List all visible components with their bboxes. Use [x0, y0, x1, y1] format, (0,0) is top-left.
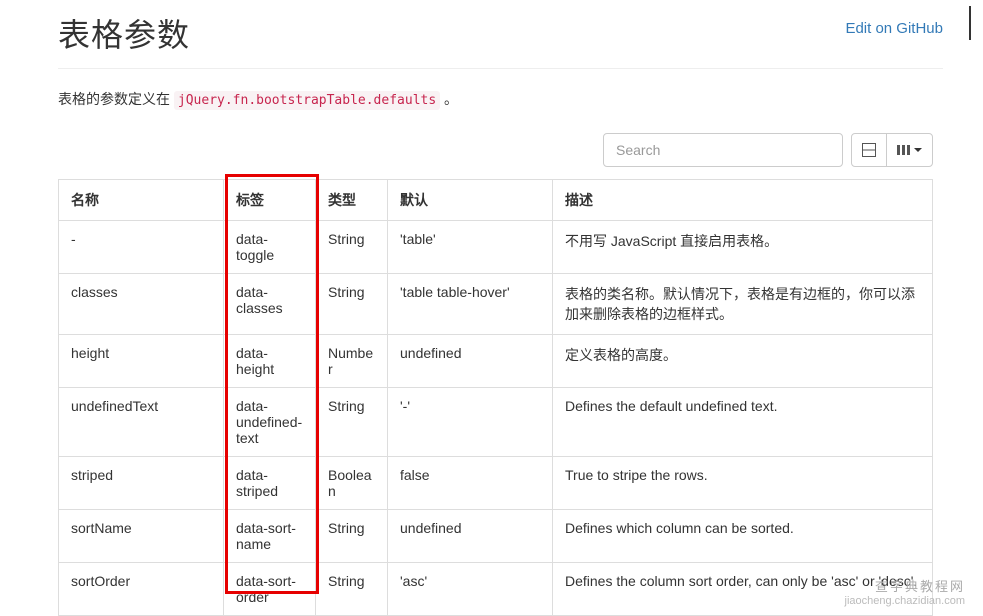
table-row: height data-height Number undefined 定义表格… — [59, 335, 933, 388]
cell-type: Number — [316, 335, 388, 388]
table-container: 名称 标签 类型 默认 描述 - data-toggle String 'tab… — [0, 179, 983, 616]
card-view-icon — [862, 143, 876, 157]
cell-name: - — [59, 221, 224, 274]
cell-tag: data-height — [224, 335, 316, 388]
cell-default: undefined — [388, 510, 553, 563]
intro-suffix: 。 — [440, 91, 458, 107]
th-default[interactable]: 默认 — [388, 180, 553, 221]
cell-desc: True to stripe the rows. — [553, 457, 933, 510]
table-row: striped data-striped Boolean false True … — [59, 457, 933, 510]
intro-prefix: 表格的参数定义在 — [58, 91, 174, 107]
watermark: 查字典教程网 jiaocheng.chazidian.com — [845, 579, 965, 608]
cell-type: String — [316, 388, 388, 457]
page-title: 表格参数 — [58, 10, 190, 56]
cell-tag: data-toggle — [224, 221, 316, 274]
intro-code: jQuery.fn.bootstrapTable.defaults — [174, 91, 440, 110]
table-row: classes data-classes String 'table table… — [59, 274, 933, 335]
cell-name: sortOrder — [59, 563, 224, 616]
cell-default: 'table table-hover' — [388, 274, 553, 335]
table-toolbar — [0, 133, 983, 179]
th-type[interactable]: 类型 — [316, 180, 388, 221]
table-header-row: 名称 标签 类型 默认 描述 — [59, 180, 933, 221]
params-table: 名称 标签 类型 默认 描述 - data-toggle String 'tab… — [58, 179, 933, 616]
divider — [58, 68, 943, 69]
search-input[interactable] — [603, 133, 843, 167]
cell-tag: data-sort-name — [224, 510, 316, 563]
cell-tag: data-undefined-text — [224, 388, 316, 457]
watermark-line1: 查字典教程网 — [845, 579, 965, 595]
cell-tag: data-striped — [224, 457, 316, 510]
cell-type: String — [316, 563, 388, 616]
cell-type: String — [316, 274, 388, 335]
cell-tag: data-classes — [224, 274, 316, 335]
cell-type: String — [316, 221, 388, 274]
cell-default: false — [388, 457, 553, 510]
cell-desc: Defines the default undefined text. — [553, 388, 933, 457]
th-desc[interactable]: 描述 — [553, 180, 933, 221]
cell-default: '-' — [388, 388, 553, 457]
cell-name: classes — [59, 274, 224, 335]
vertical-cursor-bar — [969, 6, 971, 40]
cell-name: height — [59, 335, 224, 388]
columns-dropdown-button[interactable] — [886, 133, 933, 167]
edit-github-link[interactable]: Edit on GitHub — [845, 20, 943, 37]
cell-name: sortName — [59, 510, 224, 563]
toolbar-button-group — [851, 133, 933, 167]
th-tag[interactable]: 标签 — [224, 180, 316, 221]
toggle-view-button[interactable] — [851, 133, 887, 167]
cell-tag: data-sort-order — [224, 563, 316, 616]
cell-desc: Defines which column can be sorted. — [553, 510, 933, 563]
cell-name: striped — [59, 457, 224, 510]
cell-default: undefined — [388, 335, 553, 388]
cell-type: String — [316, 510, 388, 563]
cell-name: undefinedText — [59, 388, 224, 457]
cell-default: 'table' — [388, 221, 553, 274]
header: 表格参数 Edit on GitHub — [0, 0, 983, 56]
table-row: sortOrder data-sort-order String 'asc' D… — [59, 563, 933, 616]
intro-paragraph: 表格的参数定义在 jQuery.fn.bootstrapTable.defaul… — [0, 89, 983, 109]
watermark-line2: jiaocheng.chazidian.com — [845, 595, 965, 608]
cell-desc: 表格的类名称。默认情况下，表格是有边框的，你可以添加来删除表格的边框样式。 — [553, 274, 933, 335]
table-row: sortName data-sort-name String undefined… — [59, 510, 933, 563]
table-row: - data-toggle String 'table' 不用写 JavaScr… — [59, 221, 933, 274]
cell-desc: 定义表格的高度。 — [553, 335, 933, 388]
th-name[interactable]: 名称 — [59, 180, 224, 221]
chevron-down-icon — [914, 148, 922, 152]
cell-desc: 不用写 JavaScript 直接启用表格。 — [553, 221, 933, 274]
columns-icon — [897, 145, 910, 155]
table-row: undefinedText data-undefined-text String… — [59, 388, 933, 457]
cell-default: 'asc' — [388, 563, 553, 616]
cell-type: Boolean — [316, 457, 388, 510]
